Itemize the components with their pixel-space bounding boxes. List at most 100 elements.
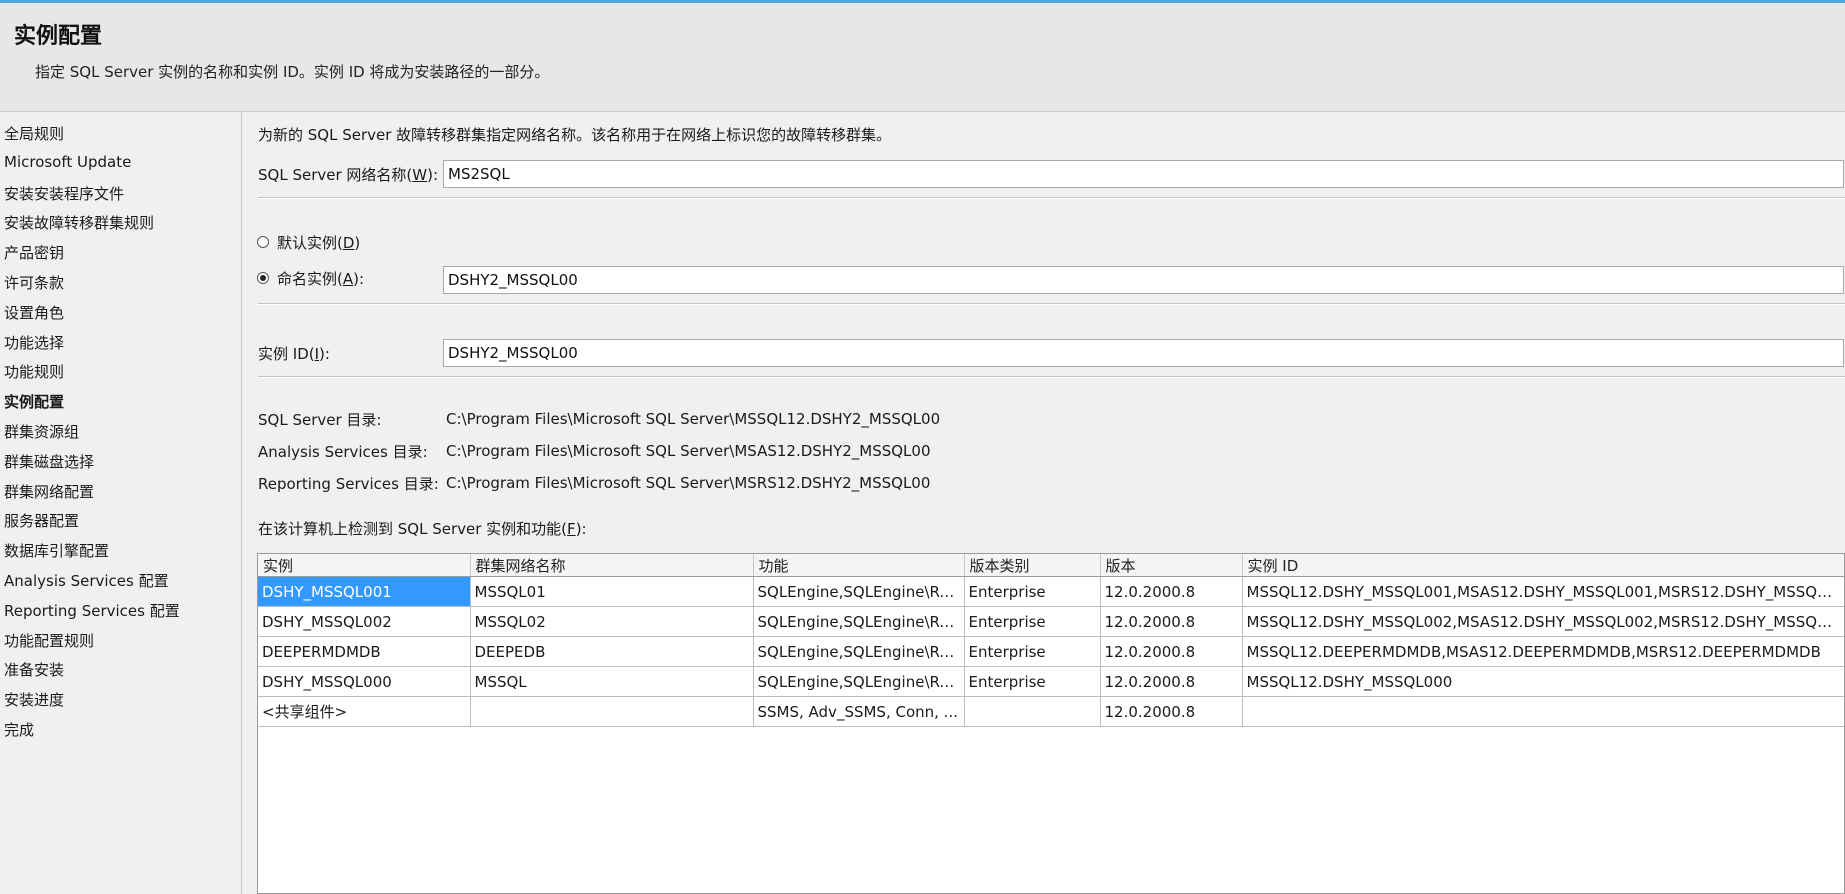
table-cell[interactable] <box>964 696 1101 727</box>
table-cell[interactable]: MSSQL12.DSHY_MSSQL000 <box>1242 666 1844 697</box>
table-cell[interactable]: 12.0.2000.8 <box>1100 576 1243 607</box>
label-text: 默认实例( <box>277 234 343 252</box>
sidebar-item[interactable]: 群集网络配置 <box>4 481 94 502</box>
table-row[interactable]: DEEPERMDMDB DEEPEDB SQLEngine,SQLEngine\Re… <box>258 636 1844 667</box>
access-key: D <box>342 234 355 252</box>
sidebar-item[interactable]: 安装安装程序文件 <box>4 183 124 204</box>
label-text: ) <box>354 234 361 252</box>
rs-dir-label: Reporting Services 目录: <box>258 475 439 493</box>
table-cell[interactable]: MSSQL12.DSHY_MSSQL001,MSAS12.DSHY_MSSQL0… <box>1242 576 1844 607</box>
label-text: 命名实例( <box>277 270 343 288</box>
network-name-input[interactable] <box>443 160 1844 188</box>
sql-dir-label: SQL Server 目录: <box>258 411 382 429</box>
sidebar-item[interactable]: Microsoft Update <box>4 153 131 171</box>
sidebar-item[interactable]: 功能规则 <box>4 361 64 382</box>
access-key: W <box>412 166 428 184</box>
table-cell[interactable]: SQLEngine,SQLEngine\Re... <box>753 606 965 637</box>
table-cell[interactable] <box>470 696 754 727</box>
sidebar-item[interactable]: 产品密钥 <box>4 242 64 263</box>
label-text: SQL Server 网络名称( <box>258 166 413 184</box>
sidebar-item[interactable]: 全局规则 <box>4 123 64 144</box>
sidebar-item[interactable]: 数据库引擎配置 <box>4 540 109 561</box>
table-row[interactable]: DSHY_MSSQL001 MSSQL01 SQLEngine,SQLEngine\… <box>258 576 1844 607</box>
sidebar-item[interactable]: 完成 <box>4 719 34 740</box>
table-cell[interactable] <box>1242 696 1844 727</box>
table-cell[interactable]: MSSQL <box>470 666 754 697</box>
table-cell[interactable]: 12.0.2000.8 <box>1100 636 1243 667</box>
page-subtitle: 指定 SQL Server 实例的名称和实例 ID。实例 ID 将成为安装路径的… <box>35 63 550 81</box>
default-instance-label: 默认实例(D) <box>277 232 360 253</box>
sidebar-item[interactable]: 许可条款 <box>4 272 64 293</box>
table-row[interactable]: DSHY_MSSQL002 MSSQL02 SQLEngine,SQLEngine\… <box>258 606 1844 637</box>
instance-id-input[interactable] <box>443 339 1844 367</box>
table-cell[interactable]: DEEPEDB <box>470 636 754 667</box>
main-panel: 为新的 SQL Server 故障转移群集指定网络名称。该名称用于在网络上标识您… <box>242 112 1845 894</box>
column-header[interactable]: 版本 <box>1100 554 1243 577</box>
table-cell[interactable]: DSHY_MSSQL001 <box>258 576 471 607</box>
table-cell[interactable]: DSHY_MSSQL000 <box>258 666 471 697</box>
sidebar-item[interactable]: 功能选择 <box>4 332 64 353</box>
table-cell[interactable]: MSSQL12.DSHY_MSSQL002,MSAS12.DSHY_MSSQL0… <box>1242 606 1844 637</box>
divider <box>258 197 1845 199</box>
sidebar-steps: 全局规则 Microsoft Update 安装安装程序文件安装故障转移群集规则 产品… <box>0 112 242 894</box>
access-key: F <box>567 520 576 538</box>
label-text: ): <box>319 345 330 363</box>
sql-dir-value: C:\Program Files\Microsoft SQL Server\MS… <box>446 410 941 428</box>
table-cell[interactable]: SQLEngine,SQLEngine\Re... <box>753 576 965 607</box>
divider <box>258 303 1845 305</box>
column-header[interactable]: 实例 <box>258 554 471 577</box>
page-header: 实例配置 指定 SQL Server 实例的名称和实例 ID。实例 ID 将成为… <box>0 3 1845 112</box>
label-text: 实例 ID( <box>258 345 315 363</box>
as-dir-label: Analysis Services 目录: <box>258 443 428 461</box>
sidebar-item[interactable]: Analysis Services 配置 <box>4 570 169 591</box>
sidebar-item[interactable]: 实例配置 <box>4 391 64 412</box>
label-text: ): <box>427 166 439 184</box>
as-dir-value: C:\Program Files\Microsoft SQL Server\MS… <box>446 442 931 460</box>
table-cell[interactable]: MSSQL12.DEEPERMDMDB,MSAS12.DEEPERMDMDB,M… <box>1242 636 1844 667</box>
column-header[interactable]: 群集网络名称 <box>470 554 754 577</box>
column-header[interactable]: 功能 <box>753 554 965 577</box>
intro-text: 为新的 SQL Server 故障转移群集指定网络名称。该名称用于在网络上标识您… <box>258 126 892 144</box>
table-cell[interactable]: Enterprise <box>964 666 1101 697</box>
column-header[interactable]: 实例 ID <box>1242 554 1844 577</box>
sidebar-item[interactable]: 设置角色 <box>4 302 64 323</box>
table-cell[interactable]: 12.0.2000.8 <box>1100 666 1243 697</box>
table-cell[interactable]: MSSQL02 <box>470 606 754 637</box>
default-instance-radio[interactable] <box>257 236 269 248</box>
sidebar-item[interactable]: 安装进度 <box>4 689 64 710</box>
table-cell[interactable]: Enterprise <box>964 606 1101 637</box>
divider <box>258 376 1845 378</box>
rs-dir-value: C:\Program Files\Microsoft SQL Server\MS… <box>446 474 931 492</box>
named-instance-radio[interactable] <box>257 272 269 284</box>
sidebar-item[interactable]: 安装故障转移群集规则 <box>4 212 154 233</box>
table-row[interactable]: <共享组件> SSMS, Adv_SSMS, Conn, ... 12.0.2000… <box>258 696 1844 727</box>
label-text: ): <box>575 520 587 538</box>
table-cell[interactable]: MSSQL01 <box>470 576 754 607</box>
label-text: ): <box>353 270 365 288</box>
table-cell[interactable]: 12.0.2000.8 <box>1100 696 1243 727</box>
named-instance-input[interactable] <box>443 266 1844 294</box>
instance-id-label: 实例 ID(I): <box>258 343 330 364</box>
table-cell[interactable]: SSMS, Adv_SSMS, Conn, ... <box>753 696 965 727</box>
sidebar-item[interactable]: Reporting Services 配置 <box>4 600 180 621</box>
instances-table-container[interactable]: 实例 群集网络名称 功能 版本类别 版本 实例 ID DSHY_MSSQL001 MSSQL0… <box>257 553 1845 894</box>
named-instance-label: 命名实例(A): <box>277 268 364 289</box>
sidebar-item[interactable]: 群集磁盘选择 <box>4 451 94 472</box>
table-cell[interactable]: DSHY_MSSQL002 <box>258 606 471 637</box>
sidebar-item[interactable]: 准备安装 <box>4 659 64 680</box>
table-cell[interactable]: DEEPERMDMDB <box>258 636 471 667</box>
table-cell[interactable]: <共享组件> <box>258 696 471 727</box>
detected-instances-label: 在该计算机上检测到 SQL Server 实例和功能(F): <box>258 518 587 539</box>
sidebar-item[interactable]: 群集资源组 <box>4 421 79 442</box>
table-cell[interactable]: SQLEngine,SQLEngine\Re... <box>753 666 965 697</box>
sidebar-item[interactable]: 功能配置规则 <box>4 630 94 651</box>
table-cell[interactable]: 12.0.2000.8 <box>1100 606 1243 637</box>
sidebar-item[interactable]: 服务器配置 <box>4 510 79 531</box>
table-row[interactable]: DSHY_MSSQL000 MSSQL SQLEngine,SQLEngine\Re… <box>258 666 1844 697</box>
page-title: 实例配置 <box>14 24 103 49</box>
table-cell[interactable]: SQLEngine,SQLEngine\Re... <box>753 636 965 667</box>
column-header[interactable]: 版本类别 <box>964 554 1101 577</box>
instances-table: 实例 群集网络名称 功能 版本类别 版本 实例 ID DSHY_MSSQL001 MSSQL0… <box>258 554 1844 727</box>
table-cell[interactable]: Enterprise <box>964 636 1101 667</box>
table-cell[interactable]: Enterprise <box>964 576 1101 607</box>
